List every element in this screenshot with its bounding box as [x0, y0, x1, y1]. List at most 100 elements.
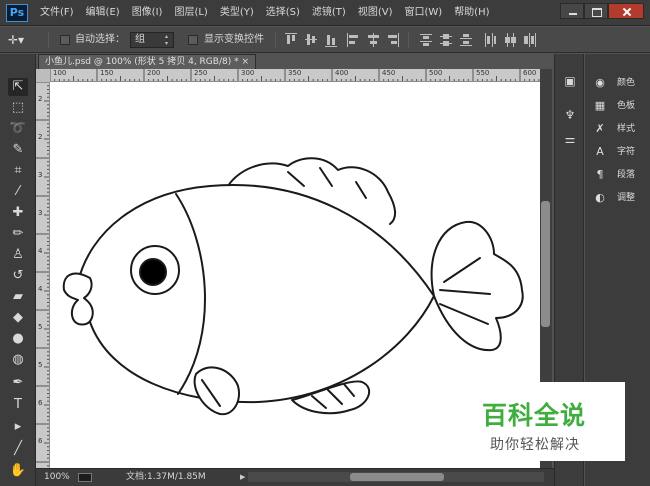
ruler-label: 6: [38, 437, 43, 445]
menu-list: 文件(F) 编辑(E) 图像(I) 图层(L) 类型(Y) 选择(S) 滤镜(T…: [40, 0, 502, 26]
ruler-label: 5: [38, 323, 43, 331]
history-panel-icon[interactable]: ▣: [561, 72, 579, 90]
ruler-label: 350: [288, 69, 302, 77]
menu-select[interactable]: 选择(S): [266, 0, 300, 26]
ruler-label: 4: [38, 285, 43, 293]
panel-character[interactable]: A 字符: [589, 142, 649, 162]
minimize-button[interactable]: [560, 3, 584, 19]
ruler-label: 450: [382, 69, 396, 77]
tail-fin: [430, 220, 524, 352]
menu-image[interactable]: 图像(I): [132, 0, 163, 26]
auto-select-dropdown[interactable]: 组: [130, 32, 174, 48]
menu-view[interactable]: 视图(V): [358, 0, 393, 26]
align-bottom-icon[interactable]: [325, 33, 337, 47]
panel-adjustments[interactable]: ◐ 调整: [589, 188, 649, 208]
paragraph-icon: ¶: [596, 168, 604, 181]
distribute-hcenter-icon[interactable]: [504, 33, 516, 47]
document-info[interactable]: 文档:1.37M/1.85M: [126, 469, 206, 485]
ruler-origin[interactable]: [36, 69, 50, 82]
character-icon: A: [596, 145, 604, 158]
align-hcenter-icon[interactable]: [367, 33, 379, 47]
ruler-label: 250: [194, 69, 208, 77]
menu-file[interactable]: 文件(F): [40, 0, 74, 26]
path-select-tool-icon[interactable]: ▸: [8, 418, 28, 436]
close-button[interactable]: [608, 3, 644, 19]
marquee-tool-icon[interactable]: ⬚: [8, 99, 28, 117]
vertical-scroll-thumb[interactable]: [541, 201, 550, 327]
watermark-subtitle: 助你轻松解决: [490, 437, 580, 453]
distribute-bottom-icon[interactable]: [460, 33, 472, 47]
align-vcenter-icon[interactable]: [305, 33, 317, 47]
show-transform-label: 显示变换控件: [204, 34, 264, 45]
panel-label: 样式: [617, 124, 636, 134]
tool-preset-picker[interactable]: ✛▾: [8, 31, 38, 49]
status-menu-arrow-icon[interactable]: ▶: [240, 469, 245, 485]
tool-presets-icon[interactable]: ⚌: [561, 130, 579, 148]
eraser-tool-icon[interactable]: ▰: [8, 288, 28, 306]
menu-type[interactable]: 类型(Y): [220, 0, 254, 26]
document-tab-title: 小鱼儿.psd @ 100% (形状 5 拷贝 4, RGB/8) *: [45, 57, 239, 67]
menu-filter[interactable]: 滤镜(T): [312, 0, 346, 26]
watermark: 百科全说 助你轻松解决: [460, 382, 625, 461]
distribute-right-icon[interactable]: [524, 33, 536, 47]
menu-help[interactable]: 帮助(H): [454, 0, 489, 26]
brush-tool-icon[interactable]: ✏: [8, 225, 28, 243]
stamp-tool-icon[interactable]: ♙: [8, 246, 28, 264]
auto-select-checkbox[interactable]: [60, 35, 70, 45]
adjustments-icon: ◐: [595, 191, 605, 204]
line-tool-icon[interactable]: ╱: [8, 440, 28, 458]
zoom-level[interactable]: 100%: [44, 469, 70, 485]
healing-tool-icon[interactable]: ✚: [8, 204, 28, 222]
pen-tool-icon[interactable]: ✒: [8, 374, 28, 392]
horizontal-scrollbar[interactable]: [248, 472, 544, 482]
dodge-tool-icon[interactable]: ◍: [8, 351, 28, 369]
hand-tool-icon[interactable]: ✋: [8, 462, 28, 480]
menu-window[interactable]: 窗口(W): [404, 0, 442, 26]
panel-label: 调整: [617, 193, 636, 203]
type-tool-icon[interactable]: T: [8, 396, 28, 414]
align-left-icon[interactable]: [347, 33, 359, 47]
blur-tool-icon[interactable]: ●: [8, 330, 28, 348]
quick-select-tool-icon[interactable]: ✎: [8, 141, 28, 159]
horizontal-scroll-thumb[interactable]: [350, 473, 444, 481]
options-bar: ✛▾ 自动选择： 组 显示变换控件: [0, 27, 650, 53]
brush-presets-icon[interactable]: ♆: [561, 106, 579, 124]
ruler-label: 6: [38, 399, 43, 407]
eyedropper-tool-icon[interactable]: ⁄: [8, 183, 28, 201]
ruler-label: 600: [523, 69, 537, 77]
ruler-label: 550: [476, 69, 490, 77]
ruler-label: 100: [53, 69, 67, 77]
align-top-icon[interactable]: [285, 33, 297, 47]
maximize-button[interactable]: [584, 3, 608, 19]
ruler-label: 300: [241, 69, 255, 77]
panel-styles[interactable]: ✗ 样式: [589, 119, 649, 139]
document-tab[interactable]: 小鱼儿.psd @ 100% (形状 5 拷贝 4, RGB/8) * ×: [38, 54, 256, 69]
lasso-tool-icon[interactable]: ➰: [8, 120, 28, 138]
ruler-label: 3: [38, 209, 43, 217]
horizontal-ruler[interactable]: 100 150 200 250 300 350 400 450 500 550 …: [50, 69, 540, 82]
show-transform-checkbox[interactable]: [188, 35, 198, 45]
ruler-label: 3: [38, 171, 43, 179]
distribute-left-icon[interactable]: [484, 33, 496, 47]
panel-paragraph[interactable]: ¶ 段落: [589, 165, 649, 185]
move-tool-icon[interactable]: ⇱: [8, 78, 28, 96]
tab-close-icon[interactable]: ×: [241, 55, 249, 69]
history-brush-tool-icon[interactable]: ↺: [8, 267, 28, 285]
distribute-top-icon[interactable]: [420, 33, 432, 47]
paint-bucket-tool-icon[interactable]: ◆: [8, 309, 28, 327]
ruler-label: 2: [38, 133, 43, 141]
styles-icon: ✗: [595, 122, 605, 135]
crop-tool-icon[interactable]: ⌗: [8, 162, 28, 180]
ruler-label: 200: [147, 69, 161, 77]
ruler-label: 5: [38, 361, 43, 369]
panel-swatches[interactable]: ▦ 色板: [589, 96, 649, 116]
menu-layer[interactable]: 图层(L): [174, 0, 207, 26]
menu-edit[interactable]: 编辑(E): [86, 0, 120, 26]
panel-color[interactable]: ◉ 颜色: [589, 73, 649, 93]
distribute-vcenter-icon[interactable]: [440, 33, 452, 47]
panel-label: 色板: [617, 101, 636, 111]
align-right-icon[interactable]: [387, 33, 399, 47]
options-divider: [48, 32, 49, 48]
vertical-ruler[interactable]: 2 2 3 3 4 4 5 5 6 6: [36, 82, 50, 468]
options-divider: [408, 32, 409, 48]
